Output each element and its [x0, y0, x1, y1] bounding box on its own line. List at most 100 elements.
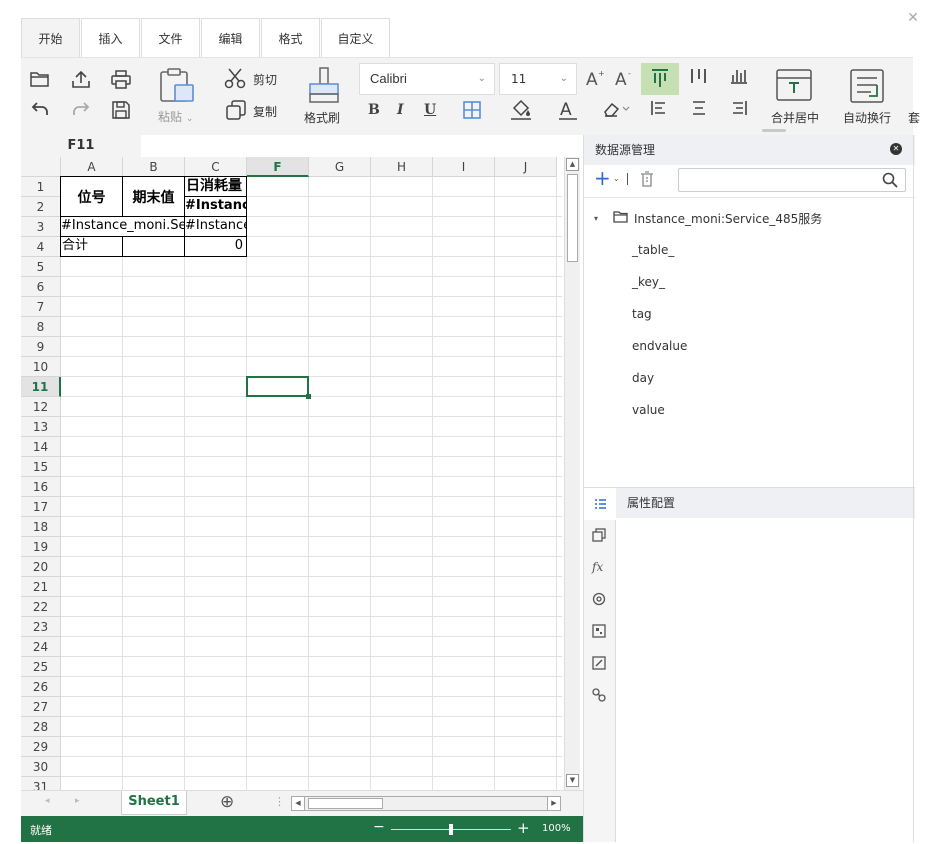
row-header-28[interactable]: 28: [21, 717, 61, 737]
tab-format[interactable]: 格式: [261, 18, 320, 58]
row-header-1[interactable]: 1: [21, 177, 61, 197]
print-icon[interactable]: [111, 70, 131, 90]
cell-type-icon[interactable]: [592, 624, 608, 640]
scroll-left-icon[interactable]: ◀: [292, 797, 305, 810]
zoom-slider[interactable]: [391, 824, 511, 835]
row-header-11[interactable]: 11: [21, 377, 61, 397]
row-header-14[interactable]: 14: [21, 437, 61, 457]
cell-A4[interactable]: 合计: [60, 236, 123, 257]
row-header-26[interactable]: 26: [21, 677, 61, 697]
font-name-select[interactable]: Calibri ⌄: [359, 63, 495, 95]
open-folder-icon[interactable]: [30, 70, 50, 88]
column-header-F[interactable]: F: [247, 157, 309, 177]
row-header-22[interactable]: 22: [21, 597, 61, 617]
italic-button[interactable]: I: [397, 102, 404, 118]
horizontal-scrollbar[interactable]: ◀ ▶: [291, 796, 561, 811]
row-header-19[interactable]: 19: [21, 537, 61, 557]
decrease-font-icon[interactable]: A-: [615, 69, 635, 87]
align-center-icon[interactable]: [691, 100, 707, 116]
tab-file[interactable]: 文件: [141, 18, 200, 58]
row-header-13[interactable]: 13: [21, 417, 61, 437]
spreadsheet-grid[interactable]: A B C F G H I J 1 2 3 4 5 6 7 8 9 10 11 12 13 14 15 16 17 18 19 20 2…: [21, 157, 562, 792]
field-item[interactable]: day: [632, 371, 654, 385]
function-icon[interactable]: fx: [592, 560, 608, 576]
close-icon[interactable]: ✕: [904, 10, 922, 28]
datasource-search-input[interactable]: [678, 168, 906, 192]
row-header-9[interactable]: 9: [21, 337, 61, 357]
eraser-icon[interactable]: [601, 100, 631, 118]
panel-close-icon[interactable]: ✕: [890, 143, 902, 155]
cell-C4[interactable]: 0: [184, 236, 247, 257]
field-item[interactable]: _table_: [632, 243, 674, 257]
column-header-G[interactable]: G: [309, 157, 371, 177]
row-header-21[interactable]: 21: [21, 577, 61, 597]
tab-edit[interactable]: 编辑: [201, 18, 260, 58]
sheet-tab-sheet1[interactable]: Sheet1: [121, 791, 187, 815]
selected-cell[interactable]: [246, 376, 309, 397]
format-painter-icon[interactable]: [307, 67, 341, 105]
field-item[interactable]: endvalue: [632, 339, 687, 353]
row-header-12[interactable]: 12: [21, 397, 61, 417]
column-header-I[interactable]: I: [433, 157, 495, 177]
tab-start[interactable]: 开始: [21, 18, 80, 58]
align-middle-icon[interactable]: [689, 67, 709, 85]
merge-center-icon[interactable]: [776, 69, 812, 101]
row-header-17[interactable]: 17: [21, 497, 61, 517]
edit-icon[interactable]: [592, 656, 608, 672]
font-size-select[interactable]: 11 ⌄: [499, 63, 577, 95]
align-bottom-icon[interactable]: [729, 67, 749, 85]
add-datasource-icon[interactable]: +: [594, 168, 611, 188]
tab-insert[interactable]: 插入: [81, 18, 140, 58]
cell-A1[interactable]: 位号: [60, 176, 123, 217]
save-icon[interactable]: [111, 100, 131, 120]
scroll-down-icon[interactable]: ▼: [566, 774, 579, 787]
sheet-nav-right-icon[interactable]: ▸: [75, 796, 80, 806]
cell-C1[interactable]: 日消耗量: [184, 176, 247, 197]
zoom-out-icon[interactable]: −: [373, 819, 385, 835]
redo-icon[interactable]: [72, 101, 90, 117]
cell-C2[interactable]: #Instance_: [184, 196, 247, 217]
column-header-H[interactable]: H: [371, 157, 433, 177]
cell-A3[interactable]: #Instance_moni.Serv: [60, 216, 185, 237]
vertical-scrollbar[interactable]: ▲ ▼: [564, 157, 580, 790]
upload-icon[interactable]: [71, 69, 91, 89]
align-top-icon[interactable]: [641, 63, 679, 95]
row-header-7[interactable]: 7: [21, 297, 61, 317]
horizontal-scroll-thumb[interactable]: [308, 798, 383, 809]
properties-tab-list[interactable]: [584, 488, 616, 520]
format-painter-label[interactable]: 格式刷: [304, 109, 340, 126]
row-header-4[interactable]: 4: [21, 237, 61, 257]
paste-label[interactable]: 粘贴 ⌄: [158, 108, 193, 125]
bold-button[interactable]: B: [368, 102, 380, 118]
name-box[interactable]: F11: [21, 135, 141, 157]
sheet-nav-left-icon[interactable]: ◂: [45, 796, 50, 806]
copy-style-icon[interactable]: [592, 528, 608, 544]
select-all-corner[interactable]: [21, 157, 61, 177]
row-header-10[interactable]: 10: [21, 357, 61, 377]
column-header-B[interactable]: B: [123, 157, 185, 177]
align-left-icon[interactable]: [651, 100, 667, 116]
datasource-root-node[interactable]: Instance_moni:Service_485服务: [634, 210, 822, 227]
row-header-16[interactable]: 16: [21, 477, 61, 497]
row-header-25[interactable]: 25: [21, 657, 61, 677]
add-dropdown-icon[interactable]: ⌄: [613, 174, 620, 183]
undo-icon[interactable]: [31, 101, 49, 117]
column-header-A[interactable]: A: [61, 157, 123, 177]
row-header-3[interactable]: 3: [21, 217, 61, 237]
fill-color-icon[interactable]: [509, 99, 533, 121]
link-icon[interactable]: [592, 688, 608, 704]
increase-font-icon[interactable]: A +: [586, 69, 606, 87]
row-header-2[interactable]: 2: [21, 197, 61, 217]
cell-B4[interactable]: [122, 236, 185, 257]
formula-bar[interactable]: [141, 135, 583, 157]
add-sheet-icon[interactable]: ⊕: [220, 792, 234, 812]
underline-button[interactable]: U: [424, 102, 436, 118]
row-header-24[interactable]: 24: [21, 637, 61, 657]
scroll-up-icon[interactable]: ▲: [566, 158, 579, 171]
field-item[interactable]: tag: [632, 307, 652, 321]
row-header-8[interactable]: 8: [21, 317, 61, 337]
field-item[interactable]: value: [632, 403, 665, 417]
ribbon-collapse-handle[interactable]: [762, 129, 786, 132]
ribbon-overflow-label[interactable]: 套: [908, 109, 920, 126]
delete-datasource-icon[interactable]: [640, 171, 654, 190]
